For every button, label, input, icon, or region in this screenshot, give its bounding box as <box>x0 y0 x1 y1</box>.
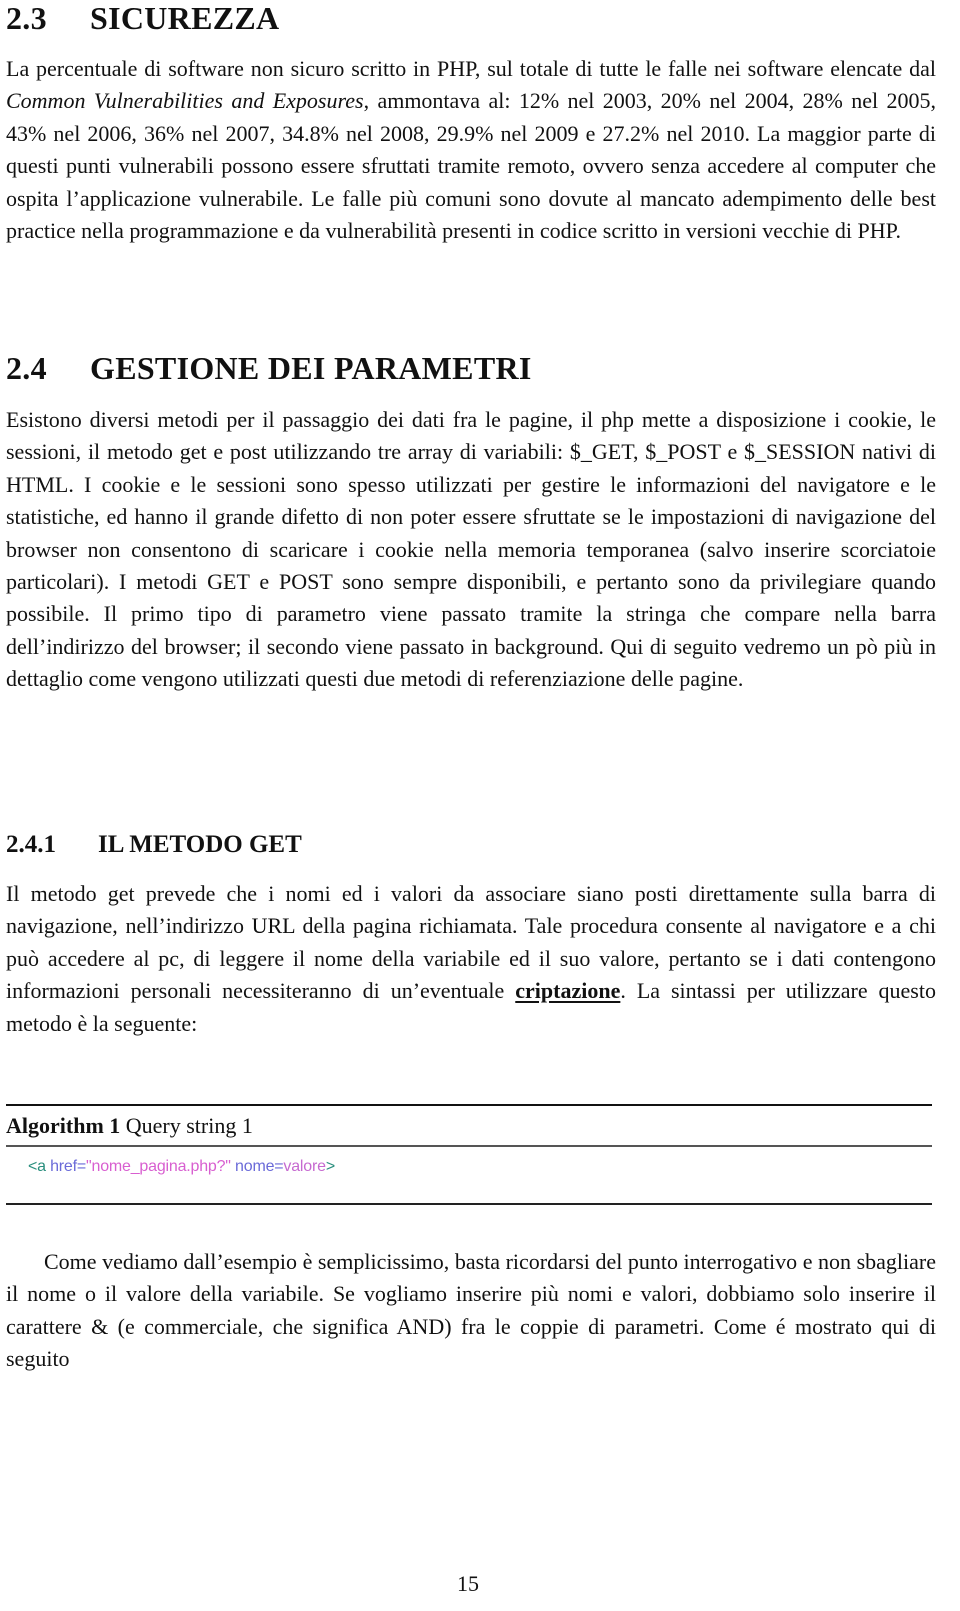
section-number: 2.4 <box>6 350 47 386</box>
paragraph-after-algorithm: Come vediamo dall’esempio è semplicissim… <box>6 1249 936 1372</box>
page-number: 15 <box>457 1571 479 1596</box>
subsection-heading-metodo-get: 2.4.1 IL METODO GET <box>6 830 302 860</box>
algorithm-caption: Algorithm 1 Query string 1 <box>6 1106 932 1145</box>
code-attr-nome: nome= <box>230 1158 284 1175</box>
subsection-title: IL METODO GET <box>98 831 302 858</box>
algorithm-box: Algorithm 1 Query string 1 <a href="nome… <box>6 1104 932 1205</box>
code-value: valore <box>283 1158 326 1175</box>
paragraph-sicurezza: La percentuale di software non sicuro sc… <box>6 53 936 247</box>
code-string: "nome_pagina.php?" <box>86 1158 231 1175</box>
paragraph-gestione-parametri: Esistono diversi metodi per il passaggio… <box>6 407 936 692</box>
paragraph-metodo-get: Il metodo get prevede che i nomi ed i va… <box>6 878 936 1040</box>
code-tag-close: > <box>325 1158 335 1175</box>
code-attr-href: href= <box>45 1158 87 1175</box>
code-snippet: <a href="nome_pagina.php?" nome=valore> <box>6 1147 932 1203</box>
section-title: GESTIONE DEI PARAMETRI <box>90 350 532 386</box>
algorithm-bottom-rule <box>6 1203 932 1205</box>
section-number: 2.3 <box>6 0 47 36</box>
code-tag-open: <a <box>28 1158 46 1175</box>
subsection-number: 2.4.1 <box>6 831 56 858</box>
algorithm-label: Algorithm 1 <box>6 1113 121 1138</box>
section-title: SICUREZZA <box>90 0 280 36</box>
cve-italic-term: Common Vulnerabilities and Exposures <box>6 88 364 114</box>
algorithm-title: Query string 1 <box>125 1113 253 1138</box>
section-heading-sicurezza: 2.3 SICUREZZA <box>6 0 279 36</box>
paragraph-text: La percentuale di software non sicuro sc… <box>6 56 936 81</box>
criptazione-link[interactable]: criptazione <box>515 978 620 1003</box>
section-heading-gestione-parametri: 2.4 GESTIONE DEI PARAMETRI <box>6 350 532 386</box>
